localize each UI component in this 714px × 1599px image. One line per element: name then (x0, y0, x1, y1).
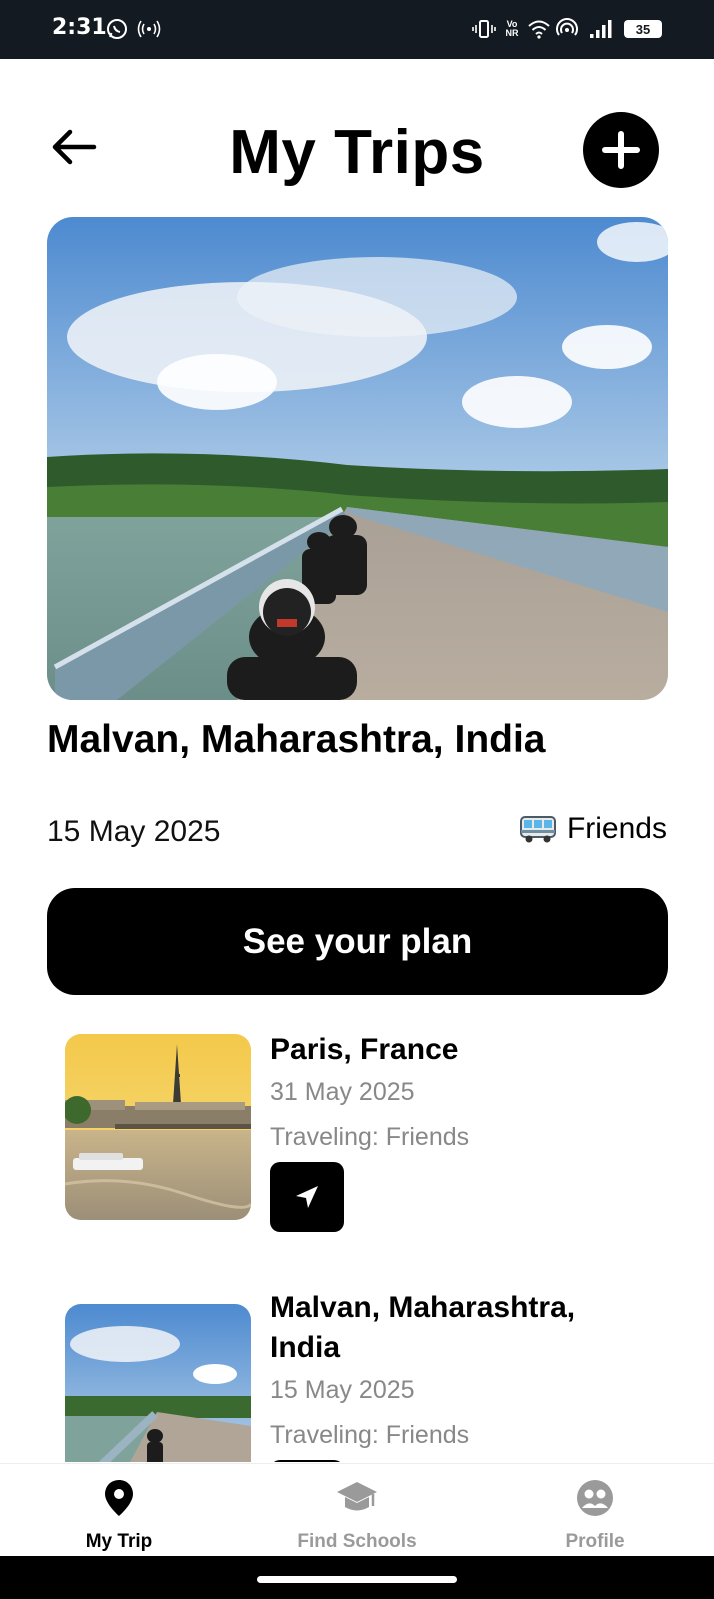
companion-label: Friends (566, 812, 667, 845)
bus-icon (519, 816, 556, 843)
vibrate-icon (472, 16, 496, 42)
tab-profile[interactable]: Profile (495, 1478, 695, 1553)
navigate-button[interactable] (270, 1162, 344, 1232)
trip-name: Malvan, Maharashtra, India (270, 1291, 576, 1364)
trip-list: Paris, France 31 May 2025 Traveling: Fri… (0, 1030, 714, 1462)
trip-traveling: Traveling: Friends (270, 1123, 470, 1151)
trip-thumbnail[interactable] (65, 1034, 251, 1220)
trip-traveling: Traveling: Friends (270, 1421, 470, 1449)
current-trip-companion: Friends (519, 812, 667, 846)
tab-my-trip[interactable]: My Trip (19, 1478, 219, 1553)
bottom-navigation: My Trip Find Schools Profile (0, 1463, 714, 1556)
navigation-arrow-icon (296, 1186, 318, 1208)
trip-cover-image[interactable] (47, 217, 668, 700)
trip-name: Paris, France (270, 1033, 459, 1066)
current-trip-name: Malvan, Maharashtra, India (47, 718, 546, 761)
tab-label: My Trip (85, 1531, 153, 1552)
plus-icon (602, 131, 640, 169)
location-pin-icon (105, 1480, 133, 1516)
status-time: 2:31 (52, 15, 107, 40)
graduation-cap-icon (337, 1482, 377, 1511)
see-plan-button[interactable]: See your plan (47, 888, 668, 995)
whatsapp-icon (106, 16, 128, 42)
trip-date: 15 May 2025 (270, 1376, 415, 1404)
cell-signal-icon (588, 16, 614, 42)
profile-icon (577, 1480, 613, 1516)
trip-thumbnail[interactable] (65, 1304, 251, 1462)
status-bar: 2:31 Vo NR 35 (0, 0, 714, 59)
navigate-button[interactable] (270, 1460, 344, 1462)
tab-label: Find Schools (297, 1531, 417, 1552)
header: My Trips (0, 59, 714, 209)
trip-date: 31 May 2025 (270, 1078, 415, 1106)
volte-label: Vo NR (505, 19, 519, 38)
system-navigation-bar (0, 1556, 714, 1599)
hotspot-icon (137, 16, 161, 42)
tab-label: Profile (565, 1531, 625, 1552)
add-trip-button[interactable] (583, 112, 659, 188)
battery-icon: 35 (624, 20, 662, 38)
current-trip-date: 15 May 2025 (47, 815, 221, 848)
wifi-icon (527, 16, 551, 42)
hotspot-signal-icon (556, 16, 578, 42)
tab-find-schools[interactable]: Find Schools (257, 1478, 457, 1553)
home-gesture-handle[interactable] (257, 1576, 457, 1583)
